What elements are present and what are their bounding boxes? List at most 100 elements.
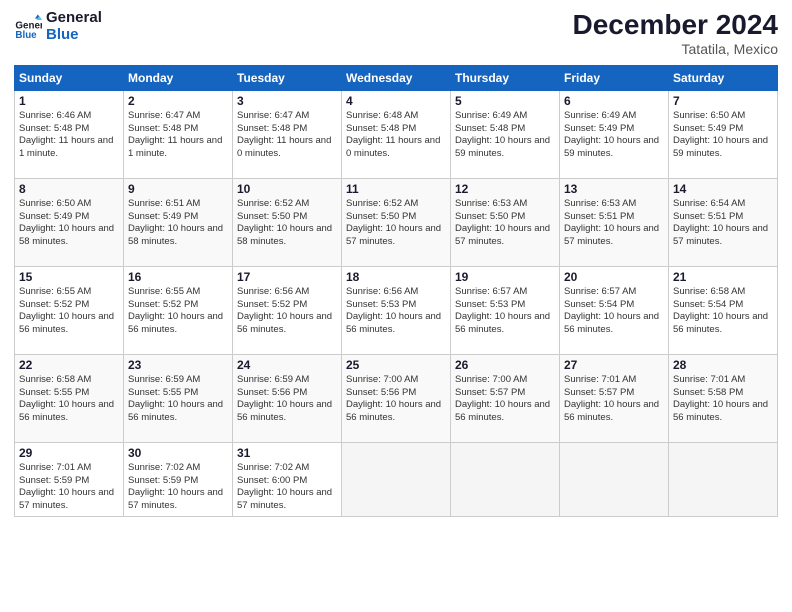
day-info: Sunrise: 6:47 AM Sunset: 5:48 PM Dayligh… xyxy=(237,110,337,161)
col-saturday: Saturday xyxy=(669,65,778,90)
day-info: Sunrise: 6:57 AM Sunset: 5:53 PM Dayligh… xyxy=(455,286,555,337)
day-number: 30 xyxy=(128,446,228,460)
day-number: 5 xyxy=(455,94,555,108)
day-info: Sunrise: 6:46 AM Sunset: 5:48 PM Dayligh… xyxy=(19,110,119,161)
calendar-cell: 9 Sunrise: 6:51 AM Sunset: 5:49 PM Dayli… xyxy=(124,178,233,266)
day-info: Sunrise: 6:49 AM Sunset: 5:48 PM Dayligh… xyxy=(455,110,555,161)
day-number: 19 xyxy=(455,270,555,284)
calendar-cell: 29 Sunrise: 7:01 AM Sunset: 5:59 PM Dayl… xyxy=(15,442,124,516)
day-number: 20 xyxy=(564,270,664,284)
calendar-cell: 31 Sunrise: 7:02 AM Sunset: 6:00 PM Dayl… xyxy=(233,442,342,516)
day-info: Sunrise: 6:55 AM Sunset: 5:52 PM Dayligh… xyxy=(128,286,228,337)
day-info: Sunrise: 6:52 AM Sunset: 5:50 PM Dayligh… xyxy=(237,198,337,249)
calendar-cell: 28 Sunrise: 7:01 AM Sunset: 5:58 PM Dayl… xyxy=(669,354,778,442)
day-info: Sunrise: 6:59 AM Sunset: 5:55 PM Dayligh… xyxy=(128,374,228,425)
day-info: Sunrise: 6:50 AM Sunset: 5:49 PM Dayligh… xyxy=(673,110,773,161)
calendar-cell: 18 Sunrise: 6:56 AM Sunset: 5:53 PM Dayl… xyxy=(342,266,451,354)
day-info: Sunrise: 7:02 AM Sunset: 6:00 PM Dayligh… xyxy=(237,462,337,513)
calendar-cell: 26 Sunrise: 7:00 AM Sunset: 5:57 PM Dayl… xyxy=(451,354,560,442)
title-block: December 2024 Tatatila, Mexico xyxy=(573,10,778,57)
day-number: 17 xyxy=(237,270,337,284)
day-info: Sunrise: 6:55 AM Sunset: 5:52 PM Dayligh… xyxy=(19,286,119,337)
day-info: Sunrise: 6:47 AM Sunset: 5:48 PM Dayligh… xyxy=(128,110,228,161)
day-number: 12 xyxy=(455,182,555,196)
day-info: Sunrise: 6:51 AM Sunset: 5:49 PM Dayligh… xyxy=(128,198,228,249)
page: General Blue General Blue December 2024 … xyxy=(0,0,792,612)
day-number: 23 xyxy=(128,358,228,372)
day-info: Sunrise: 7:01 AM Sunset: 5:57 PM Dayligh… xyxy=(564,374,664,425)
col-tuesday: Tuesday xyxy=(233,65,342,90)
day-info: Sunrise: 6:49 AM Sunset: 5:49 PM Dayligh… xyxy=(564,110,664,161)
calendar-cell: 23 Sunrise: 6:59 AM Sunset: 5:55 PM Dayl… xyxy=(124,354,233,442)
day-number: 25 xyxy=(346,358,446,372)
page-title: December 2024 xyxy=(573,10,778,41)
calendar-cell: 22 Sunrise: 6:58 AM Sunset: 5:55 PM Dayl… xyxy=(15,354,124,442)
day-info: Sunrise: 7:00 AM Sunset: 5:56 PM Dayligh… xyxy=(346,374,446,425)
calendar-cell: 19 Sunrise: 6:57 AM Sunset: 5:53 PM Dayl… xyxy=(451,266,560,354)
calendar-cell: 7 Sunrise: 6:50 AM Sunset: 5:49 PM Dayli… xyxy=(669,90,778,178)
day-number: 4 xyxy=(346,94,446,108)
day-info: Sunrise: 6:58 AM Sunset: 5:55 PM Dayligh… xyxy=(19,374,119,425)
day-info: Sunrise: 6:54 AM Sunset: 5:51 PM Dayligh… xyxy=(673,198,773,249)
calendar-cell: 27 Sunrise: 7:01 AM Sunset: 5:57 PM Dayl… xyxy=(560,354,669,442)
svg-text:Blue: Blue xyxy=(15,30,37,41)
day-number: 22 xyxy=(19,358,119,372)
day-info: Sunrise: 6:48 AM Sunset: 5:48 PM Dayligh… xyxy=(346,110,446,161)
day-number: 18 xyxy=(346,270,446,284)
day-number: 29 xyxy=(19,446,119,460)
day-number: 27 xyxy=(564,358,664,372)
day-number: 8 xyxy=(19,182,119,196)
calendar-cell: 8 Sunrise: 6:50 AM Sunset: 5:49 PM Dayli… xyxy=(15,178,124,266)
calendar-cell: 16 Sunrise: 6:55 AM Sunset: 5:52 PM Dayl… xyxy=(124,266,233,354)
day-number: 26 xyxy=(455,358,555,372)
calendar-cell: 6 Sunrise: 6:49 AM Sunset: 5:49 PM Dayli… xyxy=(560,90,669,178)
day-number: 11 xyxy=(346,182,446,196)
day-number: 2 xyxy=(128,94,228,108)
day-number: 6 xyxy=(564,94,664,108)
calendar-cell: 2 Sunrise: 6:47 AM Sunset: 5:48 PM Dayli… xyxy=(124,90,233,178)
calendar-cell xyxy=(451,442,560,516)
logo: General Blue General Blue xyxy=(14,10,102,43)
day-info: Sunrise: 7:01 AM Sunset: 5:58 PM Dayligh… xyxy=(673,374,773,425)
day-info: Sunrise: 6:53 AM Sunset: 5:51 PM Dayligh… xyxy=(564,198,664,249)
calendar-cell: 15 Sunrise: 6:55 AM Sunset: 5:52 PM Dayl… xyxy=(15,266,124,354)
day-number: 16 xyxy=(128,270,228,284)
logo-general: General xyxy=(46,10,102,27)
day-info: Sunrise: 6:59 AM Sunset: 5:56 PM Dayligh… xyxy=(237,374,337,425)
day-info: Sunrise: 6:53 AM Sunset: 5:50 PM Dayligh… xyxy=(455,198,555,249)
day-info: Sunrise: 6:56 AM Sunset: 5:53 PM Dayligh… xyxy=(346,286,446,337)
day-number: 7 xyxy=(673,94,773,108)
col-sunday: Sunday xyxy=(15,65,124,90)
calendar-cell xyxy=(669,442,778,516)
day-info: Sunrise: 6:57 AM Sunset: 5:54 PM Dayligh… xyxy=(564,286,664,337)
calendar-cell: 24 Sunrise: 6:59 AM Sunset: 5:56 PM Dayl… xyxy=(233,354,342,442)
day-number: 3 xyxy=(237,94,337,108)
day-number: 21 xyxy=(673,270,773,284)
calendar-cell: 21 Sunrise: 6:58 AM Sunset: 5:54 PM Dayl… xyxy=(669,266,778,354)
day-info: Sunrise: 7:02 AM Sunset: 5:59 PM Dayligh… xyxy=(128,462,228,513)
day-info: Sunrise: 7:01 AM Sunset: 5:59 PM Dayligh… xyxy=(19,462,119,513)
calendar-cell: 12 Sunrise: 6:53 AM Sunset: 5:50 PM Dayl… xyxy=(451,178,560,266)
day-number: 13 xyxy=(564,182,664,196)
calendar-cell: 30 Sunrise: 7:02 AM Sunset: 5:59 PM Dayl… xyxy=(124,442,233,516)
calendar-cell xyxy=(560,442,669,516)
day-info: Sunrise: 6:50 AM Sunset: 5:49 PM Dayligh… xyxy=(19,198,119,249)
day-number: 10 xyxy=(237,182,337,196)
day-number: 28 xyxy=(673,358,773,372)
page-subtitle: Tatatila, Mexico xyxy=(573,41,778,57)
day-info: Sunrise: 7:00 AM Sunset: 5:57 PM Dayligh… xyxy=(455,374,555,425)
calendar-cell: 17 Sunrise: 6:56 AM Sunset: 5:52 PM Dayl… xyxy=(233,266,342,354)
calendar-cell: 20 Sunrise: 6:57 AM Sunset: 5:54 PM Dayl… xyxy=(560,266,669,354)
calendar-header-row: Sunday Monday Tuesday Wednesday Thursday… xyxy=(15,65,778,90)
day-number: 31 xyxy=(237,446,337,460)
day-info: Sunrise: 6:56 AM Sunset: 5:52 PM Dayligh… xyxy=(237,286,337,337)
col-monday: Monday xyxy=(124,65,233,90)
calendar-cell: 5 Sunrise: 6:49 AM Sunset: 5:48 PM Dayli… xyxy=(451,90,560,178)
calendar-cell: 25 Sunrise: 7:00 AM Sunset: 5:56 PM Dayl… xyxy=(342,354,451,442)
day-number: 1 xyxy=(19,94,119,108)
day-number: 24 xyxy=(237,358,337,372)
calendar-cell: 4 Sunrise: 6:48 AM Sunset: 5:48 PM Dayli… xyxy=(342,90,451,178)
calendar-cell: 1 Sunrise: 6:46 AM Sunset: 5:48 PM Dayli… xyxy=(15,90,124,178)
calendar-cell: 13 Sunrise: 6:53 AM Sunset: 5:51 PM Dayl… xyxy=(560,178,669,266)
calendar-cell: 10 Sunrise: 6:52 AM Sunset: 5:50 PM Dayl… xyxy=(233,178,342,266)
